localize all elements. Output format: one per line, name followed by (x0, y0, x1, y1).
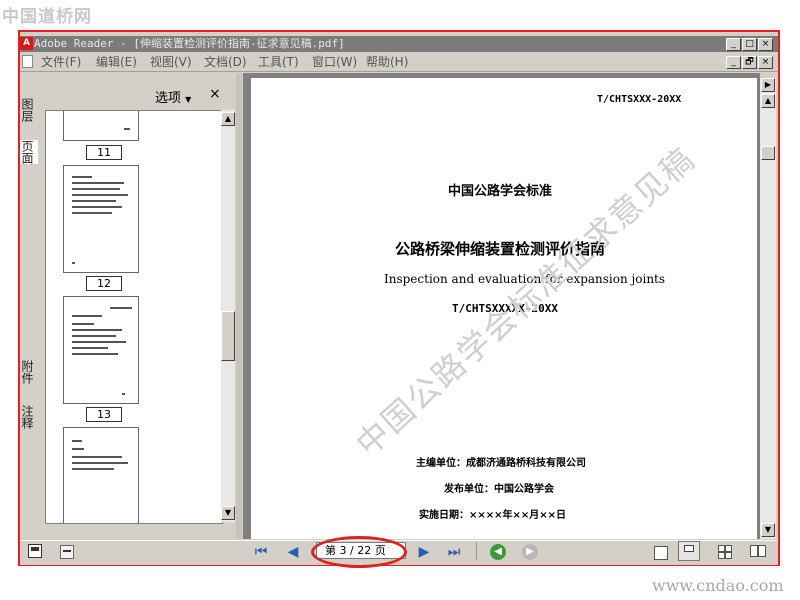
menu-window[interactable]: 窗口(W) (312, 55, 357, 69)
thumbnail-page-number: 11 (86, 145, 122, 160)
menu-help[interactable]: 帮助(H) (366, 55, 408, 69)
panel-splitter[interactable] (236, 73, 242, 539)
page-thumbnail[interactable] (63, 111, 139, 141)
editor-unit: 主编单位：成都济通路桥科技有限公司 (416, 458, 586, 469)
header-standard-code: T/CHTSXXX-20XX (597, 94, 682, 105)
tab-layers-label: 图层 (20, 98, 34, 122)
scroll-down-button[interactable]: ▼ (221, 506, 235, 520)
tab-attachments-label: 附件 (20, 360, 34, 384)
page-thumbnail[interactable] (63, 165, 139, 273)
caret-down-icon: ▼ (185, 95, 192, 104)
scroll-up-button[interactable]: ▲ (221, 112, 235, 126)
close-button[interactable]: × (758, 38, 773, 51)
toolbar-divider (476, 542, 477, 560)
single-page-view-icon[interactable] (654, 546, 668, 560)
thumbnail-page-number: 12 (86, 276, 122, 291)
menu-tools[interactable]: 工具(T) (258, 55, 299, 69)
page-thumbnail[interactable] (63, 427, 139, 523)
facing-pages-view-icon[interactable] (718, 545, 732, 559)
menu-document[interactable]: 文档(D) (204, 55, 247, 69)
organization-standard: 中国公路学会标准 (448, 184, 553, 199)
doc-restore-button[interactable]: 🗗 (742, 56, 757, 69)
options-label: 选项 (155, 91, 182, 106)
tab-comments[interactable]: 注释 (20, 405, 38, 429)
doc-minimize-button[interactable]: _ (726, 56, 741, 69)
minimize-button[interactable]: _ (726, 38, 741, 51)
menu-file[interactable]: 文件(F) (41, 55, 81, 69)
page-thumbnail[interactable] (63, 296, 139, 404)
page-layout-icon[interactable] (60, 545, 74, 559)
go-back-icon[interactable]: ◀ (490, 544, 506, 560)
go-forward-icon[interactable]: ▶ (522, 544, 538, 560)
doc-scroll-down-button[interactable]: ▼ (761, 523, 775, 537)
menu-view[interactable]: 视图(V) (150, 55, 192, 69)
continuous-facing-view-icon[interactable] (750, 545, 766, 557)
menu-edit[interactable]: 编辑(E) (96, 55, 137, 69)
publisher-unit: 发布单位：中国公路学会 (444, 484, 554, 495)
last-page-button[interactable]: ⏭ (446, 544, 462, 560)
first-page-button[interactable]: ⏮ (253, 544, 269, 560)
options-dropdown[interactable]: 选项 ▼ (155, 87, 191, 106)
tab-comments-label: 注释 (20, 405, 34, 429)
doc-scroll-up-button[interactable]: ▲ (761, 94, 775, 108)
panel-toggle-icon[interactable] (28, 544, 42, 558)
effective-date: 实施日期：××××年××月××日 (419, 510, 567, 521)
continuous-view-icon[interactable] (678, 541, 700, 561)
tab-layers[interactable]: 图层 (20, 98, 38, 122)
tab-attachments[interactable]: 附件 (20, 360, 38, 384)
previous-page-button[interactable]: ◀ (285, 544, 301, 560)
site-url: www.cndao.com (652, 576, 784, 595)
window-title: Adobe Reader - [伸缩装置检测评价指南-征求意见稿.pdf] (34, 37, 345, 50)
close-panel-button[interactable]: × (209, 86, 221, 102)
adobe-reader-icon: A (20, 37, 33, 50)
maximize-button[interactable]: □ (742, 38, 757, 51)
thumbnail-panel: 11 12 13 (45, 110, 223, 524)
next-page-button[interactable]: ▶ (416, 544, 432, 560)
tab-pages[interactable]: 页面 (20, 140, 38, 164)
scroll-thumb[interactable] (221, 311, 235, 361)
tab-pages-label: 页面 (20, 140, 34, 164)
page-indicator-highlight (311, 536, 407, 568)
doc-close-button[interactable]: × (758, 56, 773, 69)
thumbnail-panel-header (42, 82, 236, 106)
split-view-arrow-button[interactable]: ▶ (761, 78, 775, 92)
document-icon (22, 55, 33, 68)
thumbnail-page-number: 13 (86, 407, 122, 422)
site-logo: 中国道桥网 (2, 7, 92, 27)
doc-scroll-thumb[interactable] (761, 146, 775, 160)
